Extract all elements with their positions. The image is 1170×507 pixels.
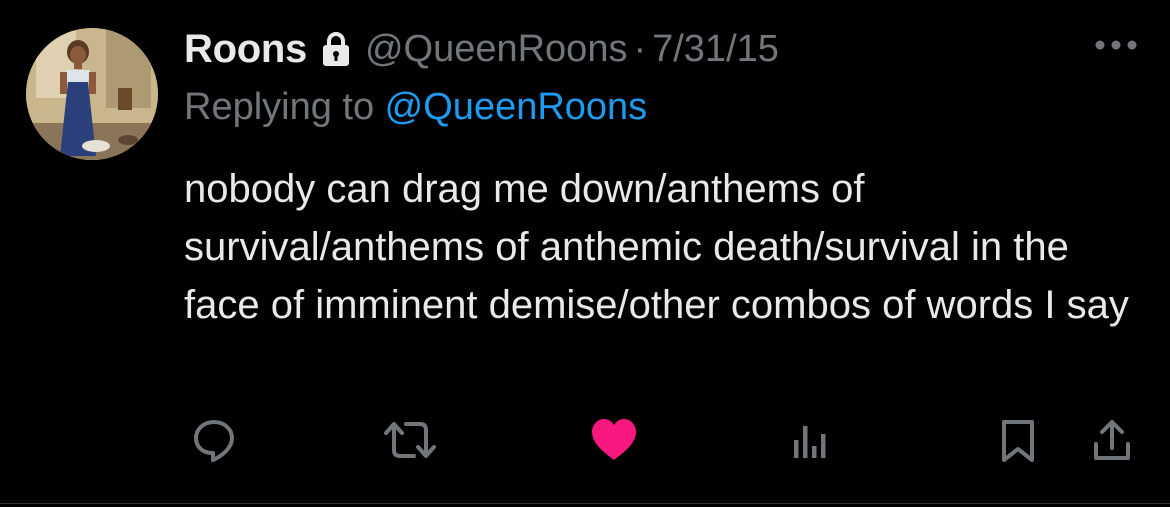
avatar-image [26, 28, 158, 160]
tweet-date[interactable]: 7/31/15 [652, 28, 779, 71]
action-bar [184, 412, 1144, 468]
separator-dot: · [633, 27, 647, 70]
replying-to-handle[interactable]: @QueenRoons [385, 86, 648, 128]
tweet-header: Roons @QueenRoons · 7/31/15 [184, 26, 779, 72]
reply-button[interactable] [186, 412, 242, 468]
display-name[interactable]: Roons [184, 27, 307, 72]
username-handle[interactable]: @QueenRoons [365, 28, 628, 71]
views-button[interactable] [782, 412, 838, 468]
bookmark-button[interactable] [990, 412, 1046, 468]
more-options-icon[interactable] [1094, 38, 1138, 52]
lock-icon [322, 32, 349, 66]
replying-to-line: Replying to @QueenRoons [184, 86, 647, 129]
share-icon [1094, 420, 1130, 460]
retweet-icon [384, 422, 436, 458]
share-button[interactable] [1084, 412, 1140, 468]
retweet-button[interactable] [382, 412, 438, 468]
avatar[interactable] [26, 28, 158, 160]
views-icon [794, 426, 826, 458]
reply-icon [194, 420, 234, 462]
heart-icon [592, 419, 636, 460]
tweet[interactable]: Roons @QueenRoons · 7/31/15 Replying to … [0, 0, 1170, 507]
tweet-text: nobody can drag me down/anthems of survi… [184, 167, 1129, 327]
replying-to-label: Replying to [184, 86, 385, 128]
bookmark-icon [1002, 420, 1034, 462]
like-button[interactable] [586, 412, 642, 468]
divider [0, 503, 1170, 504]
